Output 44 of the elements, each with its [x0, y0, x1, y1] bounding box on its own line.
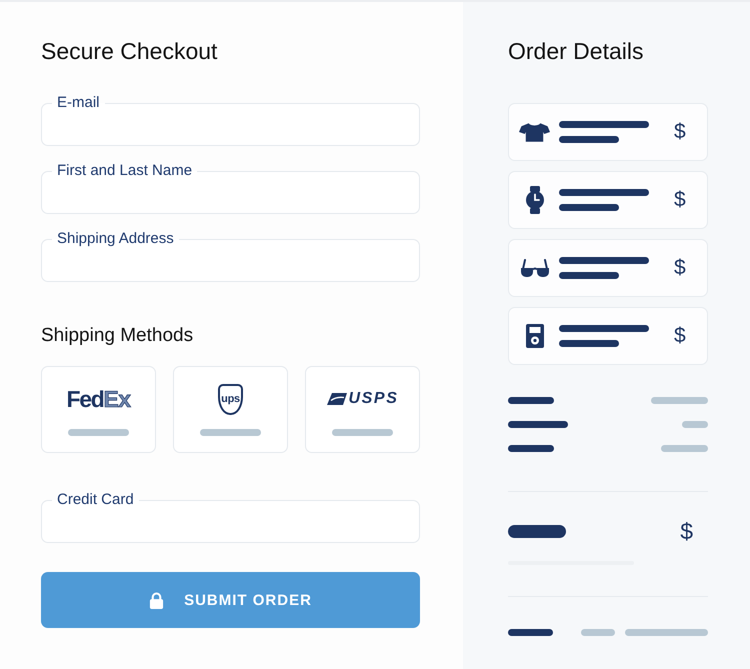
placeholder-bar: [559, 204, 619, 211]
field-label: Credit Card: [56, 491, 135, 509]
carrier-logo: USPS: [348, 390, 398, 408]
field-label: Shipping Address: [56, 230, 175, 248]
shipping-option[interactable]: FedEx: [41, 366, 156, 453]
glasses-icon: [520, 259, 550, 277]
placeholder-bar: [559, 272, 619, 279]
placeholder-bar: [508, 445, 554, 452]
placeholder-bar: [508, 397, 554, 404]
placeholder-bar: [651, 397, 708, 404]
page-heading: Secure Checkout: [41, 37, 218, 65]
placeholder-bar: [508, 524, 566, 538]
placeholder-bar: [508, 421, 568, 428]
section-heading: Shipping Methods: [41, 324, 194, 348]
shirt-icon: [519, 122, 550, 142]
shipping-option[interactable]: ups: [173, 366, 288, 453]
shipping-option[interactable]: USPS: [305, 366, 420, 453]
placeholder-bar: [508, 629, 553, 636]
placeholder-bar: [332, 429, 393, 436]
price-text: $: [674, 256, 686, 280]
input-field[interactable]: Shipping Address: [41, 230, 420, 282]
input-field[interactable]: Credit Card: [41, 491, 420, 543]
input-field[interactable]: First and Last Name: [41, 162, 420, 214]
field-label: E-mail: [56, 94, 101, 112]
price-text: $: [674, 120, 686, 144]
price-text: $: [674, 324, 686, 348]
placeholder-bar: [661, 445, 708, 452]
placeholder-bar: [68, 429, 129, 436]
carrier-logo: ups: [218, 384, 243, 414]
placeholder-bar: [559, 136, 619, 143]
emblem-icon: [326, 393, 346, 405]
placeholder-bar: [559, 340, 619, 347]
price-text: $: [674, 188, 686, 212]
placeholder-bar: [581, 629, 615, 636]
carrier-logo: FedEx: [66, 387, 130, 411]
price-text: $: [680, 518, 693, 544]
field-label: First and Last Name: [56, 162, 194, 180]
placeholder-bar: [682, 421, 708, 428]
lock-icon: [149, 592, 164, 608]
input-field[interactable]: E-mail: [41, 94, 420, 146]
watch-icon: [526, 186, 544, 214]
music-player-icon: [526, 324, 544, 348]
panel-heading: Order Details: [508, 37, 644, 65]
placeholder-bar: [200, 429, 261, 436]
